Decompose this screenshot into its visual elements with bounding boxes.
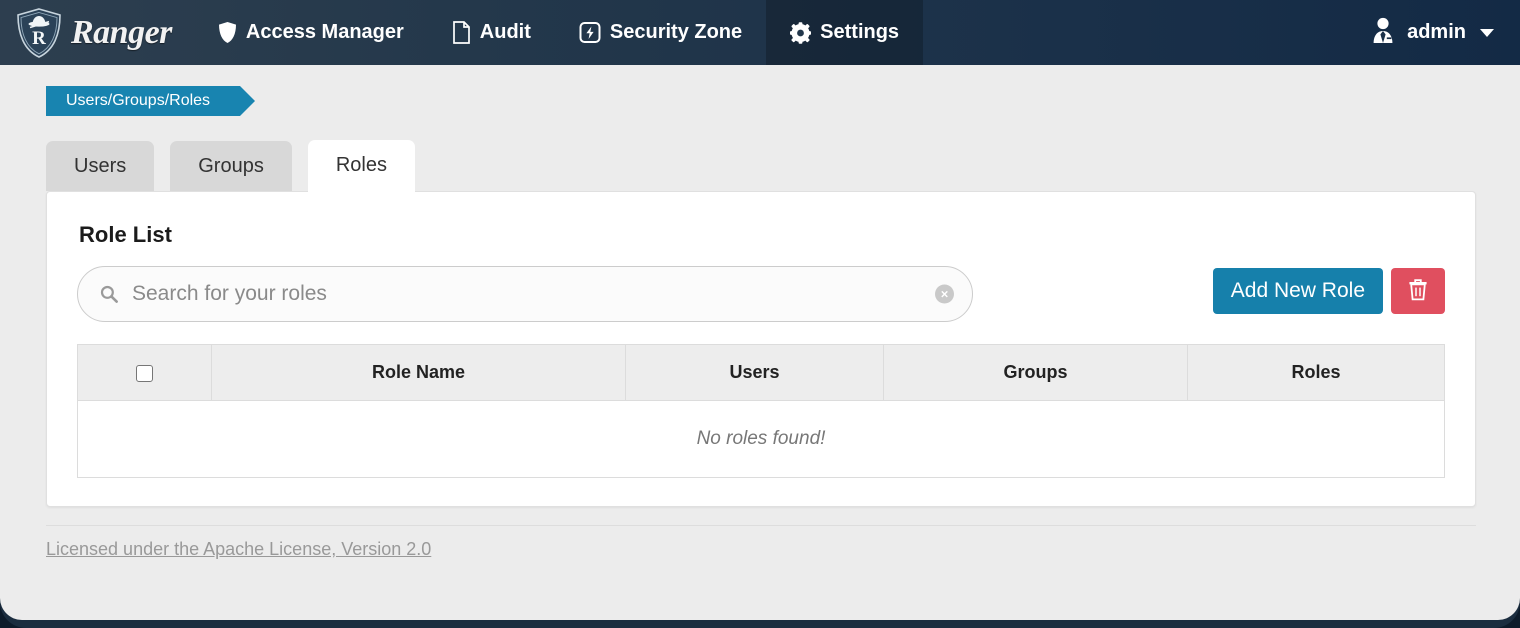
svg-text:R: R bbox=[32, 28, 46, 49]
search-and-actions-row: × Add New Role bbox=[77, 266, 1445, 322]
file-icon bbox=[452, 21, 471, 44]
license-link[interactable]: Licensed under the Apache License, Versi… bbox=[46, 539, 431, 559]
footer: Licensed under the Apache License, Versi… bbox=[46, 525, 1476, 560]
page-body: R Ranger Access Manager Audit Security Z… bbox=[0, 0, 1520, 620]
th-groups[interactable]: Groups bbox=[884, 345, 1188, 401]
nav-item-security-zone[interactable]: Security Zone bbox=[555, 0, 766, 65]
bolt-square-icon bbox=[579, 21, 601, 44]
search-input[interactable] bbox=[130, 281, 928, 307]
user-tie-icon bbox=[1369, 16, 1397, 50]
th-select-all bbox=[78, 345, 212, 401]
browser-window-frame: R Ranger Access Manager Audit Security Z… bbox=[0, 0, 1520, 628]
tab-roles[interactable]: Roles bbox=[308, 140, 415, 193]
roles-table-head: Role Name Users Groups Roles bbox=[78, 345, 1445, 401]
top-navbar: R Ranger Access Manager Audit Security Z… bbox=[0, 0, 1520, 65]
tab-groups[interactable]: Groups bbox=[170, 141, 292, 191]
select-all-checkbox[interactable] bbox=[136, 365, 153, 382]
action-buttons: Add New Role bbox=[1213, 266, 1445, 314]
page-title: Role List bbox=[79, 222, 1445, 248]
table-empty-row: No roles found! bbox=[78, 401, 1445, 478]
nav-item-settings[interactable]: Settings bbox=[766, 0, 923, 65]
role-list-panel: Role List × Add New Role bbox=[46, 191, 1476, 507]
breadcrumb-item-users-groups-roles[interactable]: Users/Groups/Roles bbox=[46, 86, 240, 116]
gear-icon bbox=[790, 22, 811, 44]
roles-table: Role Name Users Groups Roles No roles fo… bbox=[77, 344, 1445, 478]
navbar-spacer bbox=[923, 0, 1355, 65]
chevron-down-icon bbox=[1480, 29, 1494, 37]
trash-icon bbox=[1408, 279, 1428, 304]
shield-icon bbox=[218, 21, 237, 44]
nav-label-settings: Settings bbox=[820, 21, 899, 44]
nav-label-access-manager: Access Manager bbox=[246, 21, 404, 44]
empty-message: No roles found! bbox=[78, 401, 1445, 478]
brand-name: Ranger bbox=[71, 14, 172, 52]
tab-users[interactable]: Users bbox=[46, 141, 154, 191]
nav-item-audit[interactable]: Audit bbox=[428, 0, 555, 65]
roles-table-body: No roles found! bbox=[78, 401, 1445, 478]
clear-search-icon[interactable]: × bbox=[935, 285, 954, 304]
tab-bar: Users Groups Roles bbox=[46, 140, 1520, 191]
brand-logo-area[interactable]: R Ranger bbox=[0, 0, 194, 65]
nav-label-security-zone: Security Zone bbox=[610, 21, 742, 44]
search-icon bbox=[100, 285, 118, 303]
ranger-shield-logo-icon: R bbox=[16, 8, 62, 58]
add-new-role-button[interactable]: Add New Role bbox=[1213, 268, 1383, 314]
role-search-box[interactable]: × bbox=[77, 266, 973, 322]
breadcrumb: Users/Groups/Roles bbox=[0, 65, 1520, 116]
th-roles[interactable]: Roles bbox=[1188, 345, 1445, 401]
table-header-row: Role Name Users Groups Roles bbox=[78, 345, 1445, 401]
nav-item-access-manager[interactable]: Access Manager bbox=[194, 0, 428, 65]
user-name: admin bbox=[1407, 21, 1466, 44]
delete-roles-button[interactable] bbox=[1391, 268, 1445, 314]
nav-label-audit: Audit bbox=[480, 21, 531, 44]
user-menu[interactable]: admin bbox=[1355, 0, 1520, 65]
th-role-name[interactable]: Role Name bbox=[212, 345, 626, 401]
th-users[interactable]: Users bbox=[626, 345, 884, 401]
